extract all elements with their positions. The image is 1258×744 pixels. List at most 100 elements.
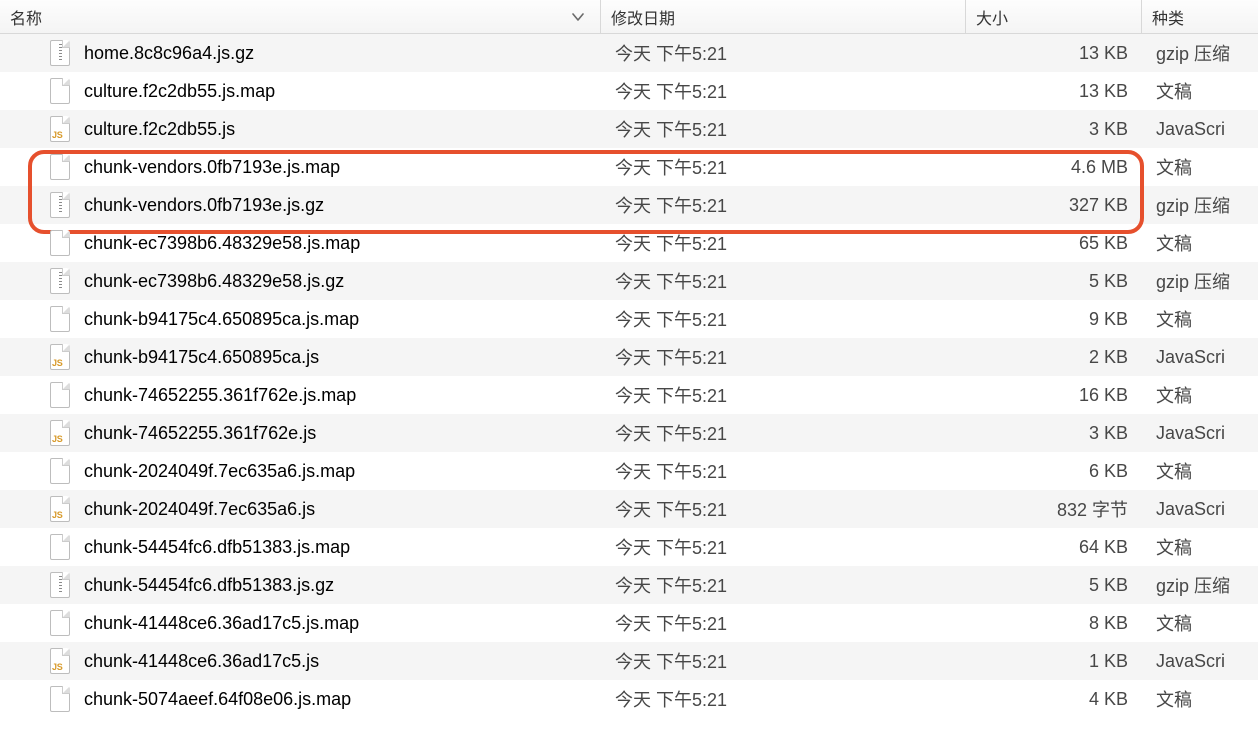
file-date-cell: 今天 下午5:21 bbox=[601, 78, 966, 104]
file-type-icon bbox=[50, 154, 72, 180]
file-type-icon: JS bbox=[50, 116, 72, 142]
file-name-label: chunk-74652255.361f762e.js bbox=[84, 423, 316, 444]
file-date-cell: 今天 下午5:21 bbox=[601, 154, 966, 180]
file-type-icon bbox=[50, 458, 72, 484]
file-date-cell: 今天 下午5:21 bbox=[601, 572, 966, 598]
column-header-date-label: 修改日期 bbox=[611, 5, 675, 29]
file-kind-cell: 文稿 bbox=[1142, 382, 1258, 408]
file-name-label: chunk-41448ce6.36ad17c5.js bbox=[84, 651, 319, 672]
file-kind-cell: 文稿 bbox=[1142, 610, 1258, 636]
file-name-cell: chunk-vendors.0fb7193e.js.gz bbox=[0, 192, 601, 218]
file-kind-cell: gzip 压缩 bbox=[1142, 40, 1258, 66]
column-header-size-label: 大小 bbox=[976, 5, 1008, 29]
file-kind-cell: JavaScri bbox=[1142, 499, 1258, 520]
sort-indicator-icon bbox=[572, 13, 584, 21]
file-row[interactable]: chunk-ec7398b6.48329e58.js.map今天 下午5:216… bbox=[0, 224, 1258, 262]
file-name-label: chunk-vendors.0fb7193e.js.gz bbox=[84, 195, 324, 216]
file-kind-cell: 文稿 bbox=[1142, 686, 1258, 712]
file-name-cell: chunk-ec7398b6.48329e58.js.map bbox=[0, 230, 601, 256]
file-row[interactable]: culture.f2c2db55.js.map今天 下午5:2113 KB文稿 bbox=[0, 72, 1258, 110]
file-size-cell: 5 KB bbox=[966, 575, 1142, 596]
file-name-cell: home.8c8c96a4.js.gz bbox=[0, 40, 601, 66]
file-type-icon: JS bbox=[50, 344, 72, 370]
file-name-label: chunk-ec7398b6.48329e58.js.gz bbox=[84, 271, 344, 292]
column-header-date[interactable]: 修改日期 bbox=[601, 0, 966, 33]
file-size-cell: 8 KB bbox=[966, 613, 1142, 634]
file-row[interactable]: chunk-54454fc6.dfb51383.js.map 今天 下午5:216… bbox=[0, 528, 1258, 566]
file-name-cell: JS chunk-41448ce6.36ad17c5.js bbox=[0, 648, 601, 674]
file-size-cell: 9 KB bbox=[966, 309, 1142, 330]
file-type-icon bbox=[50, 40, 72, 66]
file-name-label: culture.f2c2db55.js.map bbox=[84, 81, 275, 102]
file-name-label: chunk-ec7398b6.48329e58.js.map bbox=[84, 233, 360, 254]
file-name-cell: chunk-54454fc6.dfb51383.js.map bbox=[0, 534, 601, 560]
file-size-cell: 5 KB bbox=[966, 271, 1142, 292]
file-name-label: chunk-41448ce6.36ad17c5.js.map bbox=[84, 613, 359, 634]
file-row[interactable]: chunk-vendors.0fb7193e.js.gz 今天 下午5:21327… bbox=[0, 186, 1258, 224]
file-type-icon: JS bbox=[50, 648, 72, 674]
file-row[interactable]: chunk-ec7398b6.48329e58.js.gz今天 下午5:215 … bbox=[0, 262, 1258, 300]
file-type-icon: JS bbox=[50, 420, 72, 446]
file-size-cell: 4 KB bbox=[966, 689, 1142, 710]
file-row[interactable]: chunk-b94175c4.650895ca.js.map 今天 下午5:219… bbox=[0, 300, 1258, 338]
file-type-icon bbox=[50, 534, 72, 560]
file-row[interactable]: JS chunk-b94175c4.650895ca.js 今天 下午5:212 K… bbox=[0, 338, 1258, 376]
file-name-label: chunk-b94175c4.650895ca.js bbox=[84, 347, 319, 368]
file-kind-cell: 文稿 bbox=[1142, 534, 1258, 560]
file-kind-cell: gzip 压缩 bbox=[1142, 268, 1258, 294]
column-header-kind[interactable]: 种类 bbox=[1142, 0, 1258, 33]
file-name-label: chunk-74652255.361f762e.js.map bbox=[84, 385, 356, 406]
file-kind-cell: 文稿 bbox=[1142, 458, 1258, 484]
file-size-cell: 64 KB bbox=[966, 537, 1142, 558]
file-kind-cell: JavaScri bbox=[1142, 651, 1258, 672]
file-row[interactable]: chunk-74652255.361f762e.js.map今天 下午5:211… bbox=[0, 376, 1258, 414]
file-name-cell: JS chunk-74652255.361f762e.js bbox=[0, 420, 601, 446]
file-date-cell: 今天 下午5:21 bbox=[601, 116, 966, 142]
file-date-cell: 今天 下午5:21 bbox=[601, 496, 966, 522]
file-row[interactable]: JSchunk-74652255.361f762e.js今天 下午5:213 K… bbox=[0, 414, 1258, 452]
column-header-size[interactable]: 大小 bbox=[966, 0, 1142, 33]
file-name-cell: chunk-41448ce6.36ad17c5.js.map bbox=[0, 610, 601, 636]
file-name-label: chunk-5074aeef.64f08e06.js.map bbox=[84, 689, 351, 710]
file-name-cell: chunk-2024049f.7ec635a6.js.map bbox=[0, 458, 601, 484]
file-name-label: chunk-b94175c4.650895ca.js.map bbox=[84, 309, 359, 330]
column-header-name-label: 名称 bbox=[10, 5, 42, 29]
file-type-icon bbox=[50, 230, 72, 256]
column-header-name[interactable]: 名称 bbox=[0, 0, 601, 33]
file-row[interactable]: JSchunk-41448ce6.36ad17c5.js今天 下午5:211 K… bbox=[0, 642, 1258, 680]
file-size-cell: 327 KB bbox=[966, 195, 1142, 216]
column-header-kind-label: 种类 bbox=[1152, 5, 1184, 29]
file-name-label: chunk-2024049f.7ec635a6.js bbox=[84, 499, 315, 520]
file-date-cell: 今天 下午5:21 bbox=[601, 534, 966, 560]
file-row[interactable]: chunk-54454fc6.dfb51383.js.gz今天 下午5:215 … bbox=[0, 566, 1258, 604]
file-type-icon bbox=[50, 268, 72, 294]
file-date-cell: 今天 下午5:21 bbox=[601, 40, 966, 66]
file-name-cell: JS chunk-b94175c4.650895ca.js bbox=[0, 344, 601, 370]
file-row[interactable]: chunk-2024049f.7ec635a6.js.map今天 下午5:216… bbox=[0, 452, 1258, 490]
file-size-cell: 3 KB bbox=[966, 423, 1142, 444]
file-size-cell: 13 KB bbox=[966, 43, 1142, 64]
file-size-cell: 3 KB bbox=[966, 119, 1142, 140]
file-name-cell: chunk-b94175c4.650895ca.js.map bbox=[0, 306, 601, 332]
file-kind-cell: 文稿 bbox=[1142, 306, 1258, 332]
file-row[interactable]: home.8c8c96a4.js.gz今天 下午5:2113 KBgzip 压缩 bbox=[0, 34, 1258, 72]
file-row[interactable]: chunk-41448ce6.36ad17c5.js.map今天 下午5:218… bbox=[0, 604, 1258, 642]
file-size-cell: 13 KB bbox=[966, 81, 1142, 102]
file-date-cell: 今天 下午5:21 bbox=[601, 648, 966, 674]
file-size-cell: 2 KB bbox=[966, 347, 1142, 368]
file-row[interactable]: JSchunk-2024049f.7ec635a6.js今天 下午5:21832… bbox=[0, 490, 1258, 528]
file-name-label: culture.f2c2db55.js bbox=[84, 119, 235, 140]
file-type-icon bbox=[50, 78, 72, 104]
file-date-cell: 今天 下午5:21 bbox=[601, 344, 966, 370]
file-date-cell: 今天 下午5:21 bbox=[601, 306, 966, 332]
file-name-cell: chunk-5074aeef.64f08e06.js.map bbox=[0, 686, 601, 712]
file-row[interactable]: chunk-5074aeef.64f08e06.js.map今天 下午5:214… bbox=[0, 680, 1258, 718]
file-row[interactable]: chunk-vendors.0fb7193e.js.map今天 下午5:214.… bbox=[0, 148, 1258, 186]
file-name-label: chunk-54454fc6.dfb51383.js.map bbox=[84, 537, 350, 558]
file-kind-cell: 文稿 bbox=[1142, 154, 1258, 180]
file-row[interactable]: JSculture.f2c2db55.js今天 下午5:213 KBJavaSc… bbox=[0, 110, 1258, 148]
file-name-cell: chunk-74652255.361f762e.js.map bbox=[0, 382, 601, 408]
file-date-cell: 今天 下午5:21 bbox=[601, 192, 966, 218]
file-size-cell: 65 KB bbox=[966, 233, 1142, 254]
column-header-row: 名称 修改日期 大小 种类 bbox=[0, 0, 1258, 34]
